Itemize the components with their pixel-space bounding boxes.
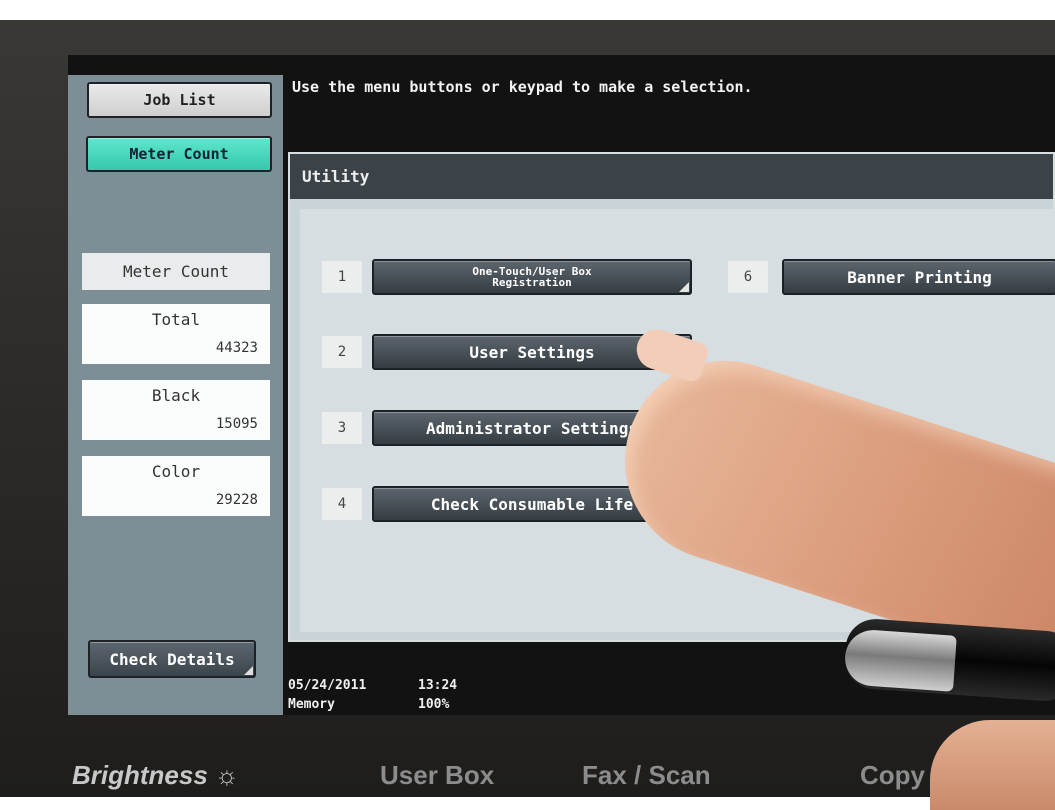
one-touch-user-box-registration-button[interactable]: One-Touch/User Box Registration: [372, 259, 692, 295]
status-memory-label: Memory: [288, 697, 335, 712]
black-value: 15095: [215, 416, 258, 432]
menu-number-4: 4: [322, 488, 362, 520]
user-box-key[interactable]: User Box: [380, 760, 494, 791]
menu-number-3: 3: [322, 412, 362, 444]
color-label: Color: [151, 462, 201, 481]
job-list-label: Job List: [143, 91, 216, 109]
meter-count-title: Meter Count: [82, 253, 270, 290]
menu-label-6: Banner Printing: [847, 267, 992, 287]
menu-label-4: Check Consumable Life: [430, 494, 634, 514]
instruction-message: Use the menu buttons or keypad to make a…: [292, 78, 753, 96]
status-date: 05/24/2011: [288, 678, 367, 693]
banner-printing-button[interactable]: Banner Printing: [782, 259, 1055, 295]
meter-count-tab[interactable]: Meter Count: [86, 136, 272, 172]
stylus-tip: [843, 628, 957, 692]
utility-title: Utility: [290, 154, 1053, 199]
total-label: Total: [151, 310, 201, 329]
menu-number-2: 2: [322, 336, 362, 368]
menu-label-3: Administrator Settings: [426, 418, 638, 438]
check-details-label: Check Details: [109, 649, 235, 669]
total-value: 44323: [215, 340, 258, 356]
menu-number-6: 6: [728, 261, 768, 293]
meter-count-tab-label: Meter Count: [129, 145, 229, 163]
brightness-key[interactable]: Brightness ☼: [72, 760, 239, 791]
menu-label-1: One-Touch/User Box Registration: [472, 265, 592, 289]
total-counter: Total 44323: [82, 304, 270, 364]
black-label: Black: [151, 386, 201, 405]
menu-number-1: 1: [322, 261, 362, 293]
menu-label-2: User Settings: [469, 342, 595, 362]
color-counter: Color 29228: [82, 456, 270, 516]
job-list-button[interactable]: Job List: [87, 82, 272, 118]
status-time: 13:24: [418, 678, 458, 693]
copy-key[interactable]: Copy: [860, 760, 925, 791]
corner-arrow-icon: [679, 282, 689, 292]
corner-arrow-icon: [244, 666, 253, 675]
fax-scan-key[interactable]: Fax / Scan: [582, 760, 711, 791]
black-counter: Black 15095: [82, 380, 270, 440]
check-details-button[interactable]: Check Details: [88, 640, 256, 678]
status-memory-value: 100%: [418, 697, 450, 712]
color-value: 29228: [215, 492, 258, 508]
